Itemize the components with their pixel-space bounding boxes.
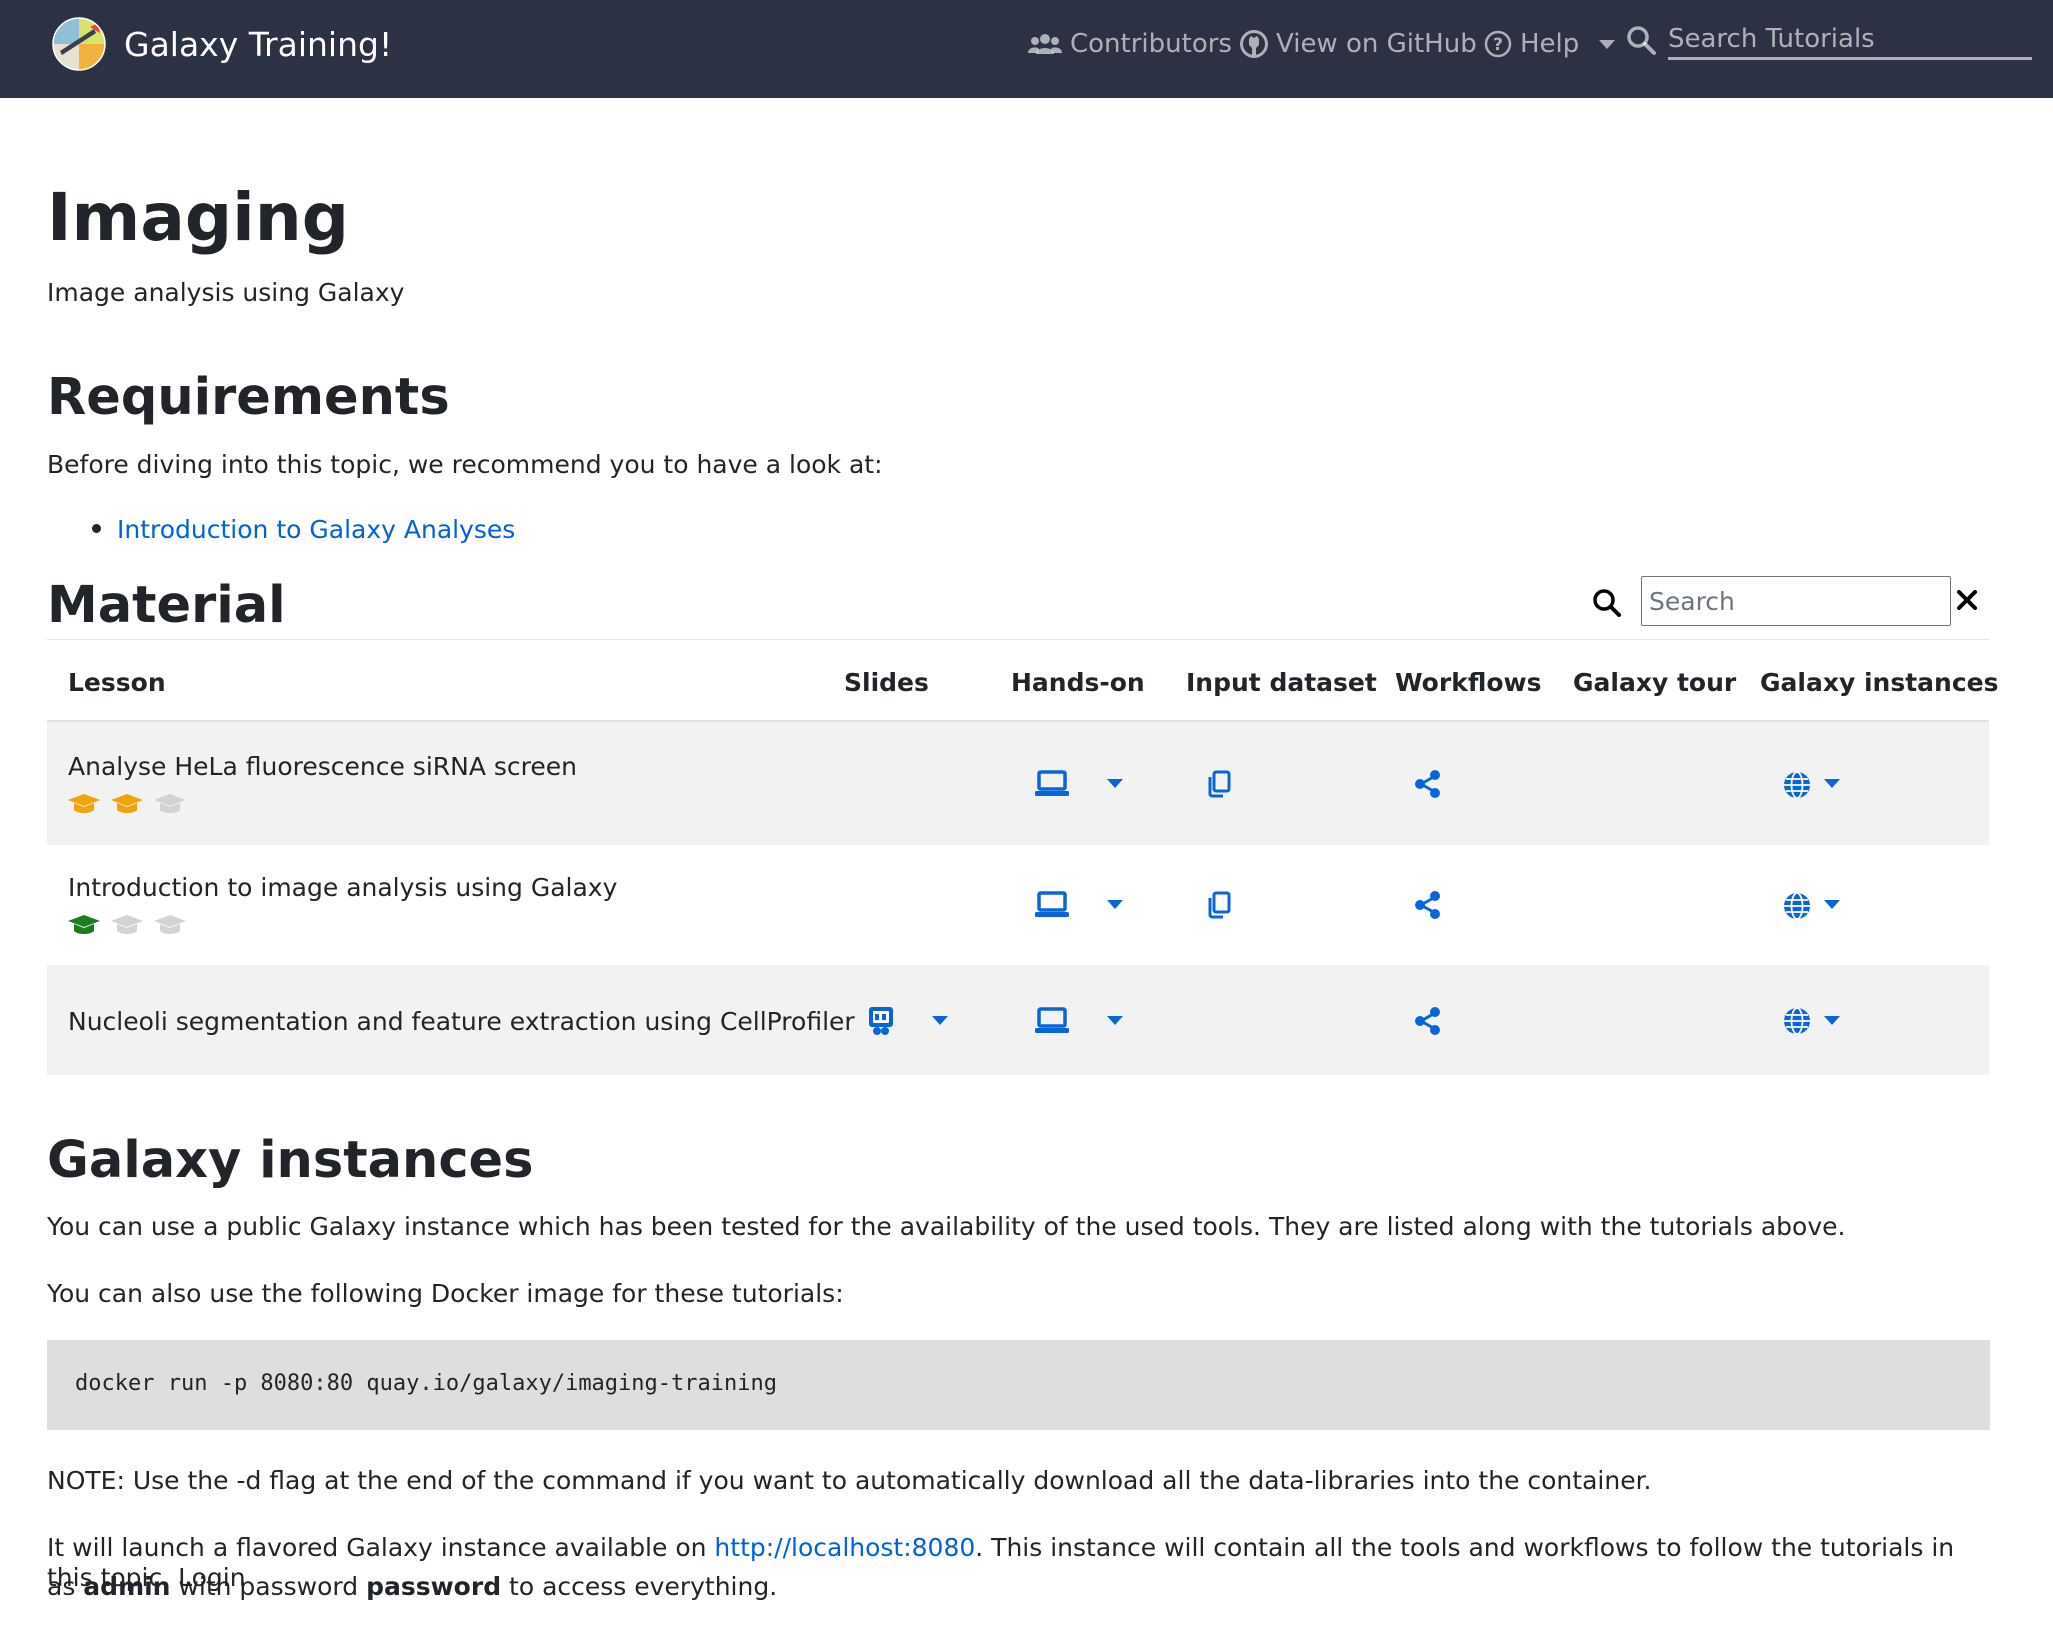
list-bullet (92, 524, 101, 533)
column-header-slides[interactable]: Slides (844, 668, 929, 697)
material-heading: Material (47, 576, 286, 635)
globe-icon[interactable] (1782, 1006, 1812, 1036)
difficulty-level (67, 914, 191, 940)
laptop-icon[interactable] (1034, 891, 1070, 919)
brand-text: Galaxy Training! (124, 24, 393, 64)
login-username: admin (83, 1572, 171, 1601)
copy-icon[interactable] (1206, 770, 1232, 798)
share-icon[interactable] (1414, 770, 1442, 798)
chevron-down-icon[interactable] (1824, 900, 1840, 909)
login-paragraph: as admin with password password to acces… (47, 1572, 777, 1602)
search-icon (1593, 589, 1621, 617)
chevron-down-icon[interactable] (1824, 779, 1840, 788)
graduation-cap-icon (68, 915, 100, 934)
svg-text:?: ? (1493, 35, 1503, 55)
users-icon (1028, 34, 1062, 54)
close-icon[interactable] (1956, 589, 1978, 611)
globe-icon[interactable] (1782, 770, 1812, 800)
brand-link[interactable]: Galaxy Training! (52, 14, 392, 74)
instances-paragraph: You can use a public Galaxy instance whi… (47, 1212, 1846, 1241)
page-subtitle: Image analysis using Galaxy (47, 278, 405, 307)
column-header-lesson[interactable]: Lesson (68, 668, 166, 697)
contributors-label: Contributors (1070, 29, 1232, 59)
chevron-down-icon[interactable] (932, 1016, 948, 1025)
lesson-title-link[interactable]: Introduction to image analysis using Gal… (68, 873, 617, 902)
share-icon[interactable] (1414, 1007, 1442, 1035)
graduation-cap-icon (68, 794, 100, 813)
requirements-intro: Before diving into this topic, we recomm… (47, 450, 883, 479)
material-search-input[interactable] (1641, 576, 1951, 626)
login-text: to access everything. (501, 1572, 778, 1601)
top-navbar: Galaxy Training! Contributors View on Gi… (0, 0, 2053, 98)
chevron-down-icon (1599, 39, 1616, 49)
help-dropdown[interactable]: ? Help (1484, 22, 1616, 66)
note-paragraph: NOTE: Use the -d flag at the end of the … (47, 1466, 1652, 1495)
graduation-cap-icon (111, 794, 144, 813)
share-icon[interactable] (1414, 891, 1442, 919)
column-header-galaxy-tour[interactable]: Galaxy tour (1573, 668, 1736, 697)
docker-intro: You can also use the following Docker im… (47, 1279, 844, 1308)
graduation-cap-icon (154, 794, 187, 813)
search-tutorials-input[interactable] (1668, 20, 2032, 60)
chevron-down-icon[interactable] (1107, 900, 1123, 909)
galaxy-logo-icon (52, 17, 106, 71)
page-title: Imaging (47, 179, 349, 256)
github-link[interactable]: View on GitHub (1240, 22, 1477, 66)
column-header-hands-on[interactable]: Hands-on (1011, 668, 1145, 697)
requirements-heading: Requirements (47, 368, 450, 427)
chevron-down-icon[interactable] (1107, 1016, 1123, 1025)
lesson-title-link[interactable]: Nucleoli segmentation and feature extrac… (68, 1007, 855, 1036)
column-header-galaxy-instances[interactable]: Galaxy instances (1760, 668, 1998, 697)
login-password: password (366, 1572, 502, 1601)
login-text: as (47, 1572, 84, 1601)
slides-icon[interactable] (868, 1006, 894, 1036)
difficulty-level (67, 793, 191, 819)
graduation-cap-icon (111, 915, 144, 934)
tutorial-search (1626, 20, 2032, 60)
chevron-down-icon[interactable] (1107, 779, 1123, 788)
laptop-icon[interactable] (1034, 1007, 1070, 1035)
contributors-link[interactable]: Contributors (1028, 22, 1232, 66)
globe-icon[interactable] (1782, 891, 1812, 921)
table-row (47, 722, 1989, 845)
graduation-cap-icon (154, 915, 187, 934)
localhost-link[interactable]: http://localhost:8080 (714, 1533, 975, 1562)
docker-command: docker run -p 8080:80 quay.io/galaxy/ima… (75, 1371, 777, 1396)
table-row (47, 845, 1989, 965)
copy-icon[interactable] (1206, 891, 1232, 919)
github-label: View on GitHub (1276, 29, 1477, 59)
requirement-link[interactable]: Introduction to Galaxy Analyses (117, 515, 515, 545)
github-icon (1240, 30, 1268, 58)
code-block: docker run -p 8080:80 quay.io/galaxy/ima… (47, 1340, 1990, 1430)
column-header-input-dataset[interactable]: Input dataset (1186, 668, 1377, 697)
galaxy-instances-heading: Galaxy instances (47, 1131, 534, 1190)
question-circle-icon: ? (1484, 30, 1512, 58)
help-label: Help (1520, 29, 1580, 59)
laptop-icon[interactable] (1034, 770, 1070, 798)
login-text: with password (170, 1572, 367, 1601)
divider (47, 639, 1989, 640)
chevron-down-icon[interactable] (1824, 1016, 1840, 1025)
launch-text: It will launch a flavored Galaxy instanc… (47, 1533, 715, 1562)
search-icon (1627, 26, 1656, 55)
column-header-workflows[interactable]: Workflows (1395, 668, 1542, 697)
lesson-title-link[interactable]: Analyse HeLa fluorescence siRNA screen (68, 752, 577, 781)
